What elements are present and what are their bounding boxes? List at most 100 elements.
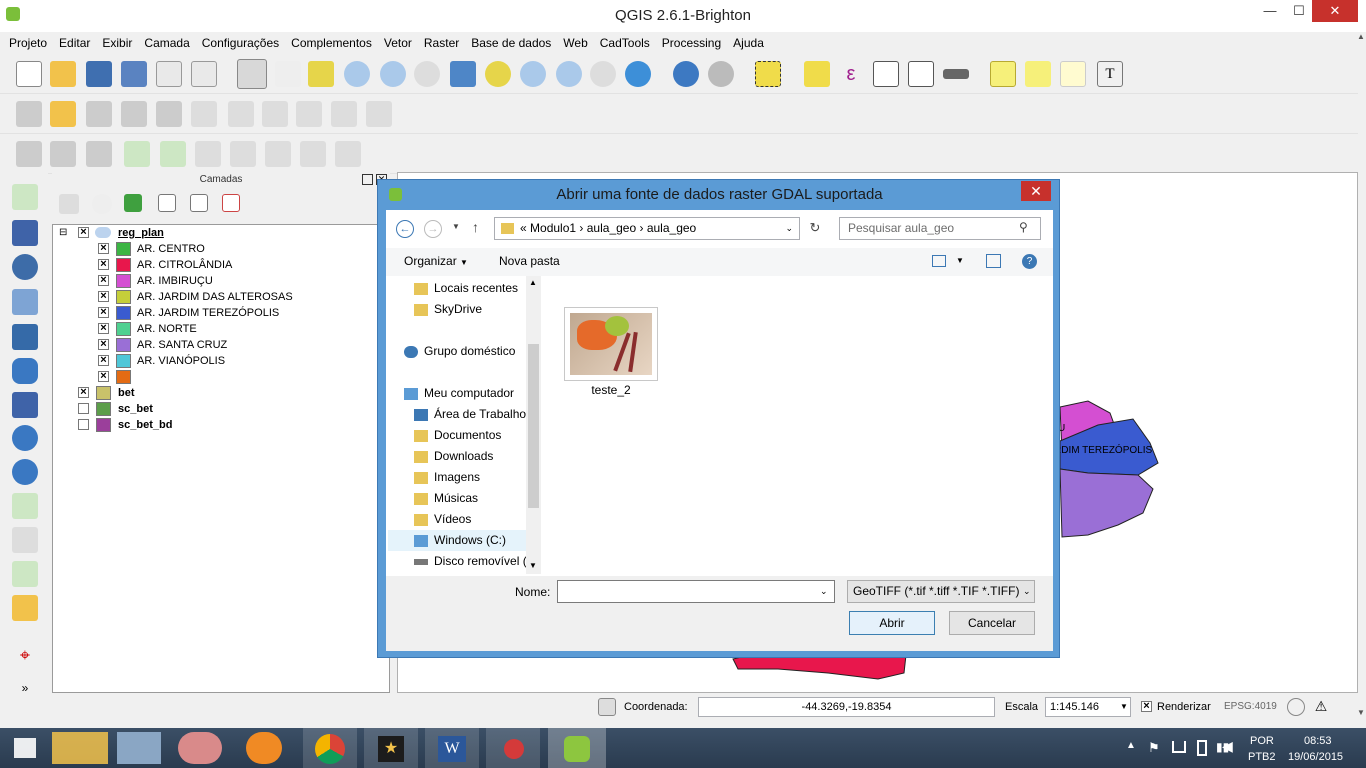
search-input[interactable]: Pesquisar aula_geo	[839, 217, 1041, 240]
menu-configuracoes[interactable]: Configurações	[196, 32, 285, 54]
menu-web[interactable]: Web	[557, 32, 593, 54]
save-project-icon[interactable]	[86, 61, 112, 87]
paste-features-icon[interactable]	[331, 101, 357, 127]
add-group-icon[interactable]	[59, 194, 79, 214]
breadcrumb-aula-geo-1[interactable]: aula_geo	[587, 221, 636, 235]
nav-documents[interactable]: Documentos	[414, 425, 526, 446]
render-checkbox[interactable]: ×	[1141, 701, 1152, 712]
nav-scrollbar[interactable]: ▲ ▼	[526, 276, 541, 574]
menu-vetor[interactable]: Vetor	[378, 32, 418, 54]
menu-camada[interactable]: Camada	[138, 32, 195, 54]
layer-checkbox[interactable]	[78, 419, 89, 430]
move-feature-icon[interactable]	[156, 101, 182, 127]
show-hidden-icons-chevron[interactable]: ▲	[1126, 740, 1136, 751]
close-button[interactable]: ✕	[1312, 0, 1358, 22]
nav-skydrive[interactable]: SkyDrive	[414, 299, 526, 320]
scroll-down-icon[interactable]: ▼	[529, 561, 537, 570]
layer-name-bet[interactable]: bet	[118, 385, 135, 401]
nav-recent-places[interactable]: Locais recentes	[414, 278, 526, 299]
file-type-dropdown-icon[interactable]: ⌄	[1023, 586, 1031, 597]
add-gps-icon[interactable]: ⌖	[12, 642, 38, 668]
nav-computer[interactable]: Meu computador	[404, 383, 526, 404]
layer-checkbox[interactable]: ×	[78, 387, 89, 398]
action-icon[interactable]	[708, 61, 734, 87]
right-scroll-down-icon[interactable]: ▼	[1357, 708, 1366, 722]
back-button[interactable]: ←	[396, 220, 414, 238]
add-mssql-layer-icon[interactable]	[12, 324, 38, 350]
text-annotation-icon[interactable]: T	[1097, 61, 1123, 87]
cancel-button[interactable]: Cancelar	[949, 611, 1035, 635]
network-icon[interactable]	[1172, 741, 1186, 753]
save-edits-icon[interactable]	[86, 101, 112, 127]
cut-features-icon[interactable]	[262, 101, 288, 127]
add-raster-layer-icon[interactable]	[12, 220, 38, 246]
cadtools-1-icon[interactable]	[195, 141, 221, 167]
nav-windows-c[interactable]: Windows (C:)	[388, 530, 526, 551]
select-by-expression-icon[interactable]: ε	[838, 61, 864, 87]
add-oracle-layer-icon[interactable]	[12, 358, 38, 384]
scale-dropdown-button[interactable]: ▼	[1117, 698, 1131, 716]
class-checkbox[interactable]: ×	[98, 371, 109, 382]
class-checkbox[interactable]: ×	[98, 243, 109, 254]
breadcrumb-aula-geo-2[interactable]: aula_geo	[647, 221, 696, 235]
clock-time[interactable]: 08:53	[1304, 735, 1332, 747]
open-project-icon[interactable]	[50, 61, 76, 87]
address-dropdown-icon[interactable]: ⌄	[785, 218, 793, 239]
new-spatialite-layer-icon[interactable]	[160, 141, 186, 167]
file-name-dropdown-icon[interactable]: ⌄	[820, 586, 828, 597]
pan-icon[interactable]	[275, 61, 301, 87]
layer-name-reg-plan[interactable]: reg_plan	[118, 225, 164, 241]
class-checkbox[interactable]: ×	[98, 291, 109, 302]
zoom-in-icon[interactable]	[344, 61, 370, 87]
menu-raster[interactable]: Raster	[418, 32, 465, 54]
nav-homegroup[interactable]: Grupo doméstico	[404, 341, 526, 362]
breadcrumb-modulo1[interactable]: Modulo1	[530, 221, 576, 235]
zoom-full-icon[interactable]	[450, 61, 476, 87]
add-vector-layer-icon[interactable]	[12, 184, 38, 210]
add-wms-layer-icon[interactable]	[12, 425, 38, 451]
nav-music[interactable]: Músicas	[414, 488, 526, 509]
zoom-to-selection-icon[interactable]	[485, 61, 511, 87]
up-button[interactable]: ↑	[472, 219, 479, 235]
keyboard-layout[interactable]: PTB2	[1248, 751, 1276, 763]
delete-selected-icon[interactable]	[228, 101, 254, 127]
menu-complementos[interactable]: Complementos	[285, 32, 378, 54]
coordinate-toggle-icon[interactable]	[598, 698, 616, 716]
current-edits-icon[interactable]	[16, 101, 42, 127]
add-spatialite-icon[interactable]	[50, 141, 76, 167]
file-name-input[interactable]	[557, 580, 835, 603]
more-tools-chevron-icon[interactable]: »	[12, 675, 38, 701]
battery-icon[interactable]	[1197, 740, 1207, 756]
new-temporary-layer-icon[interactable]	[12, 561, 38, 587]
firefox-taskbar-icon[interactable]	[246, 732, 282, 764]
add-delimited-text-icon[interactable]	[12, 527, 38, 553]
virtual-layer-icon[interactable]	[12, 595, 38, 621]
class-checkbox[interactable]: ×	[98, 323, 109, 334]
help-icon[interactable]: ?	[1022, 254, 1037, 269]
new-folder-button[interactable]: Nova pasta	[499, 254, 560, 268]
node-tool-icon[interactable]	[191, 101, 217, 127]
preview-pane-icon[interactable]	[986, 254, 1001, 268]
class-checkbox[interactable]: ×	[98, 339, 109, 350]
crs-status-icon[interactable]	[1287, 698, 1305, 716]
snipping-tool-taskbar-icon[interactable]	[178, 732, 222, 764]
visibility-icon[interactable]	[92, 194, 112, 214]
scroll-up-icon[interactable]: ▲	[529, 278, 537, 287]
calculator-taskbar-icon[interactable]	[117, 732, 161, 764]
pan-to-selection-icon[interactable]	[308, 61, 334, 87]
clock-date[interactable]: 19/06/2015	[1288, 751, 1343, 763]
nav-videos[interactable]: Vídeos	[414, 509, 526, 530]
save-as-icon[interactable]	[121, 61, 147, 87]
menu-projeto[interactable]: Projeto	[0, 32, 53, 54]
view-options-icon[interactable]	[932, 255, 946, 267]
maximize-button[interactable]: ☐	[1284, 0, 1314, 22]
menu-exibir[interactable]: Exibir	[96, 32, 138, 54]
cadtools-3-icon[interactable]	[265, 141, 291, 167]
identify-icon[interactable]	[673, 61, 699, 87]
refresh-icon[interactable]	[625, 61, 651, 87]
layer-checkbox[interactable]: ×	[78, 227, 89, 238]
file-item[interactable]: teste_2	[564, 307, 658, 397]
new-bookmark-icon[interactable]	[1025, 61, 1051, 87]
select-features-icon[interactable]	[755, 61, 781, 87]
layer-name-sc-bet-bd[interactable]: sc_bet_bd	[118, 417, 172, 433]
